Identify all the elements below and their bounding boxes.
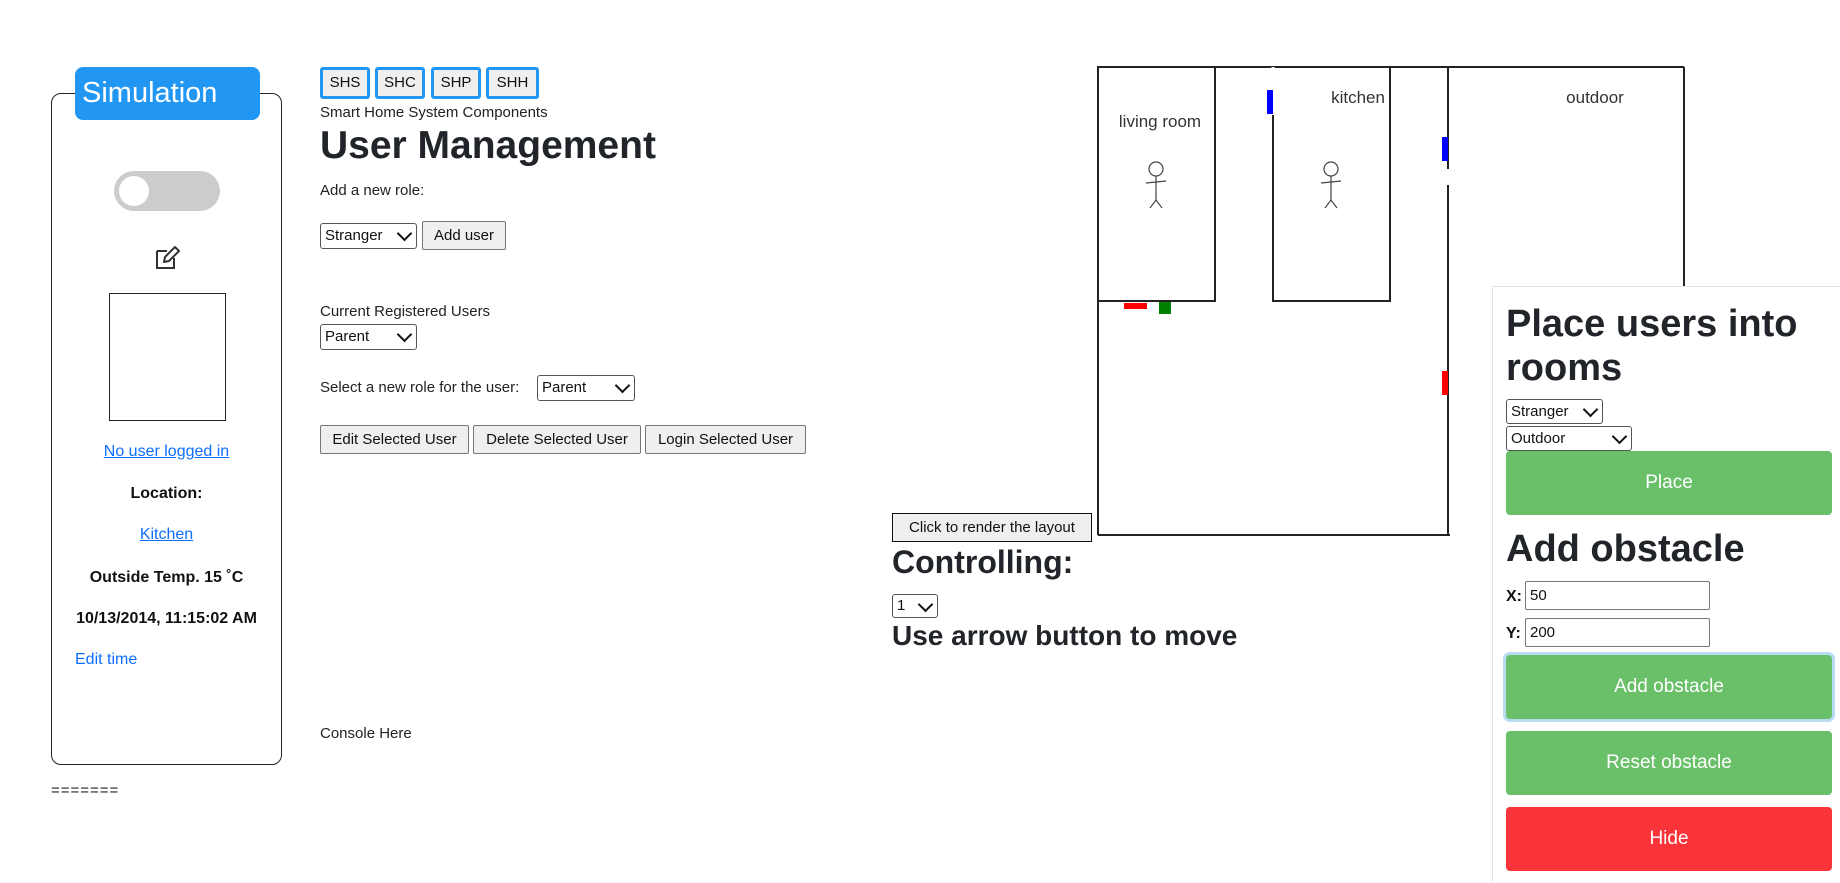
- user-management-title: User Management: [320, 124, 656, 167]
- chevron-down-icon: [396, 326, 413, 343]
- toggle-knob: [119, 176, 149, 206]
- registered-users-value: Parent: [325, 328, 370, 345]
- light-marker: [1159, 302, 1171, 314]
- separator: =======: [51, 782, 120, 799]
- place-user-select[interactable]: Stranger: [1506, 399, 1603, 424]
- profile-picture: [109, 293, 226, 421]
- tab-shs[interactable]: SHS: [320, 67, 370, 99]
- new-role-select[interactable]: Parent: [537, 375, 635, 401]
- console-output: Console Here: [320, 725, 412, 742]
- person-icon: [1145, 161, 1167, 209]
- login-user-button[interactable]: Login Selected User: [645, 425, 806, 454]
- y-label: Y:: [1506, 625, 1521, 642]
- window-marker: [1442, 137, 1448, 161]
- place-users-title: Place users into rooms: [1506, 303, 1798, 389]
- add-role-label: Add a new role:: [320, 182, 425, 199]
- role-select[interactable]: Stranger: [320, 223, 417, 249]
- simulation-datetime: 10/13/2014, 11:15:02 AM: [76, 610, 257, 627]
- registered-users-label: Current Registered Users: [320, 303, 491, 320]
- tab-shp[interactable]: SHP: [431, 67, 481, 99]
- reset-obstacle-button[interactable]: Reset obstacle: [1506, 731, 1832, 795]
- window-marker: [1267, 90, 1273, 114]
- y-input[interactable]: 200: [1525, 618, 1710, 647]
- move-hint: Use arrow button to move: [892, 620, 1238, 651]
- new-role-value: Parent: [542, 379, 587, 396]
- place-room-value: Outdoor: [1511, 430, 1566, 447]
- chevron-down-icon: [917, 596, 934, 613]
- location-label: Location:: [130, 485, 203, 502]
- room-label-living: living room: [1119, 112, 1201, 131]
- x-input[interactable]: 50: [1525, 581, 1710, 610]
- add-user-button[interactable]: Add user: [422, 221, 506, 250]
- components-label: Smart Home System Components: [320, 104, 548, 121]
- new-role-label: Select a new role for the user:: [320, 379, 520, 396]
- hide-button[interactable]: Hide: [1506, 807, 1832, 871]
- render-layout-button[interactable]: Click to render the layout: [892, 513, 1092, 542]
- chevron-down-icon: [1611, 428, 1628, 445]
- place-room-select[interactable]: Outdoor: [1506, 426, 1632, 451]
- room-label-outdoor: outdoor: [1566, 88, 1624, 107]
- chevron-down-icon: [1582, 401, 1599, 418]
- tab-shh[interactable]: SHH: [486, 67, 539, 99]
- chevron-down-icon: [614, 377, 631, 394]
- edit-user-button[interactable]: Edit Selected User: [320, 425, 469, 454]
- room-label-kitchen: kitchen: [1331, 88, 1385, 107]
- delete-user-button[interactable]: Delete Selected User: [473, 425, 641, 454]
- edit-icon[interactable]: [154, 245, 180, 271]
- tab-shc[interactable]: SHC: [375, 67, 425, 99]
- place-user-value: Stranger: [1511, 403, 1569, 420]
- place-button[interactable]: Place: [1506, 451, 1832, 515]
- controlling-value: 1: [897, 597, 906, 614]
- controlling-select[interactable]: 1: [892, 594, 938, 618]
- edit-time-link[interactable]: Edit time: [75, 651, 137, 669]
- person-icon: [1320, 161, 1342, 209]
- controlling-label: Controlling:: [892, 544, 1074, 580]
- registered-users-select[interactable]: Parent: [320, 324, 417, 350]
- chevron-down-icon: [396, 225, 413, 242]
- add-obstacle-title: Add obstacle: [1506, 528, 1745, 570]
- simulation-toggle[interactable]: [114, 171, 220, 211]
- role-select-value: Stranger: [325, 227, 383, 244]
- add-obstacle-button[interactable]: Add obstacle: [1506, 655, 1832, 719]
- outside-temperature: Outside Temp. 15 ˚C: [89, 569, 244, 586]
- simulation-title: Simulation: [75, 67, 260, 120]
- door-marker: [1124, 303, 1147, 309]
- x-label: X:: [1506, 588, 1522, 605]
- door-marker: [1442, 371, 1448, 395]
- location-link[interactable]: Kitchen: [51, 526, 282, 544]
- user-status-link[interactable]: No user logged in: [51, 443, 282, 461]
